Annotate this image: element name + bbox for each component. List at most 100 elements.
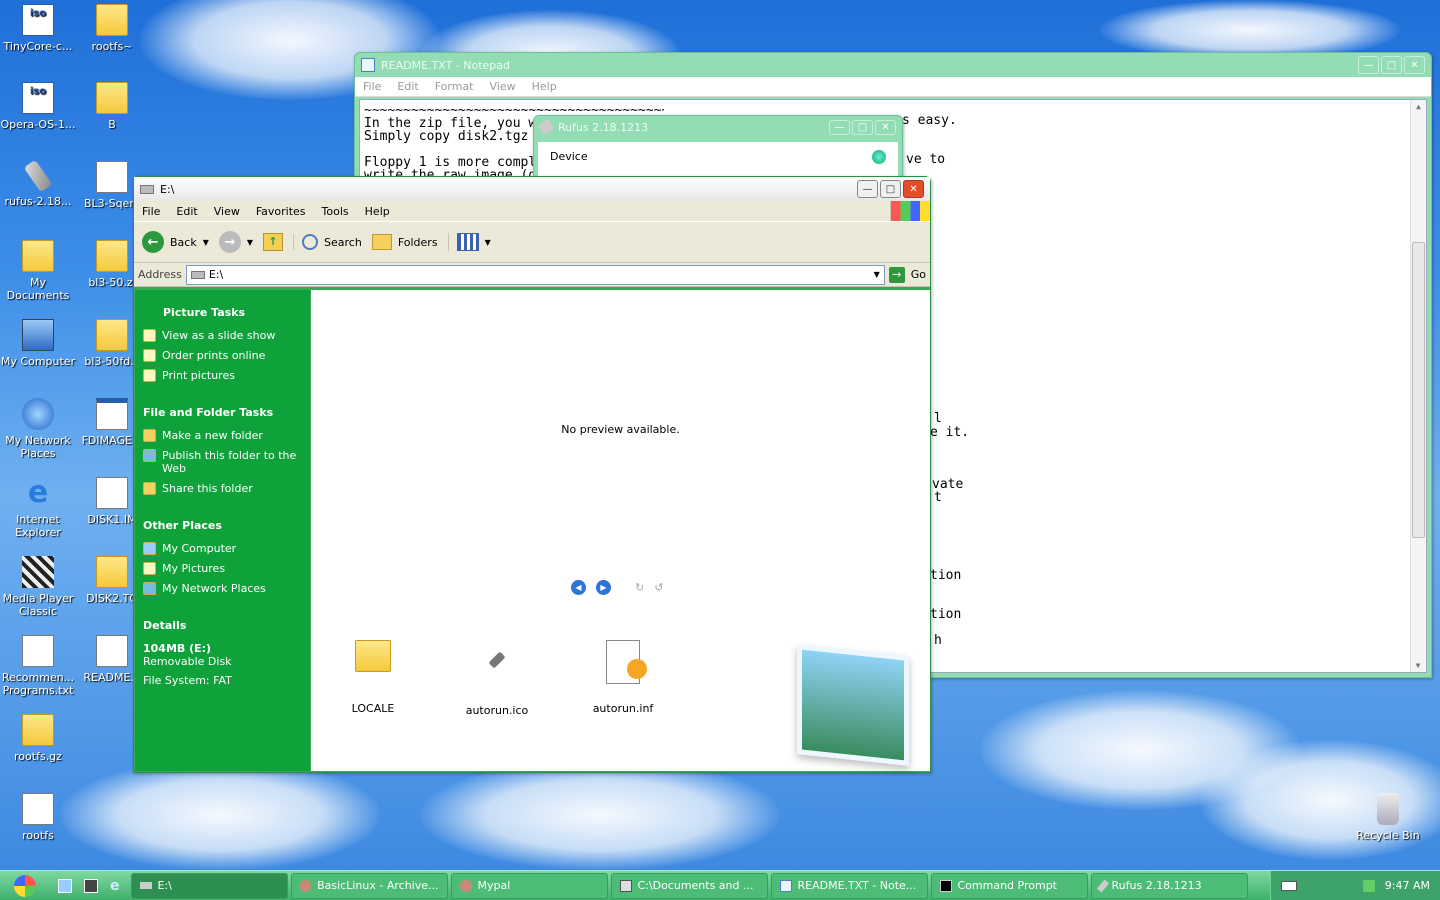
chevron-down-icon[interactable]: ▼ xyxy=(247,238,253,247)
address-input[interactable]: E:\ ▼ xyxy=(185,264,885,285)
desktop-icon-opera-os[interactable]: iso Opera-OS-1... xyxy=(0,82,76,131)
menu-favorites[interactable]: Favorites xyxy=(248,205,314,218)
task-publish-web[interactable]: Publish this folder to the Web xyxy=(143,449,302,475)
globe-icon[interactable] xyxy=(872,150,886,164)
desktop-icon-recommended-programs[interactable]: Recommen... Programs.txt xyxy=(0,635,76,697)
menu-edit[interactable]: Edit xyxy=(389,80,426,93)
address-label: Address xyxy=(138,268,182,281)
task-share-folder[interactable]: Share this folder xyxy=(143,482,302,495)
menu-edit[interactable]: Edit xyxy=(168,205,205,218)
text-fragment: h xyxy=(934,633,942,648)
show-desktop-icon[interactable] xyxy=(58,878,72,893)
desktop-icon-recycle-bin[interactable]: Recycle Bin xyxy=(1350,793,1426,842)
browser-icon xyxy=(459,879,472,892)
desktop-icon-b[interactable]: B xyxy=(74,82,150,131)
taskbar-item-rufus[interactable]: Rufus 2.18.1213 xyxy=(1090,872,1248,899)
maximize-button[interactable]: □ xyxy=(1381,56,1402,74)
task-make-new-folder[interactable]: Make a new folder xyxy=(143,429,302,442)
taskbar-item-command-prompt[interactable]: Command Prompt xyxy=(930,872,1088,899)
file-item-autorun-ico[interactable]: autorun.ico xyxy=(447,640,547,717)
network-status-icon[interactable] xyxy=(1362,879,1375,892)
desktop-icon-tinycore[interactable]: iso TinyCore-c... xyxy=(0,4,76,53)
desktop-icon-my-documents[interactable]: My Documents xyxy=(0,240,76,302)
vertical-scrollbar[interactable]: ▲ ▼ xyxy=(1410,100,1426,672)
rufus-titlebar[interactable]: Rufus 2.18.1213 — □ ✕ xyxy=(534,116,902,138)
rotate-counterclockwise-button[interactable]: ↺ xyxy=(654,581,663,594)
menu-help[interactable]: Help xyxy=(524,80,565,93)
chevron-down-icon[interactable]: ▼ xyxy=(203,238,209,247)
window-icon xyxy=(96,398,128,430)
menu-view[interactable]: View xyxy=(206,205,248,218)
clock[interactable]: 9:47 AM xyxy=(1385,879,1430,892)
previous-image-button[interactable]: ◀ xyxy=(571,580,586,595)
slideshow-icon xyxy=(143,329,156,342)
close-button[interactable]: ✕ xyxy=(1404,56,1425,74)
forward-button[interactable]: → ▼ xyxy=(218,231,253,253)
menu-file[interactable]: File xyxy=(134,205,168,218)
go-button[interactable]: → Go xyxy=(888,266,926,283)
rotate-clockwise-button[interactable]: ↻ xyxy=(635,581,644,594)
file-item-autorun-inf[interactable]: autorun.inf xyxy=(573,640,673,715)
desktop-icon-rufus[interactable]: rufus-2.18... xyxy=(0,159,76,208)
taskbar-item-notepad[interactable]: README.TXT - Note... xyxy=(770,872,928,899)
explorer-titlebar[interactable]: E:\ — □ ✕ xyxy=(134,177,930,201)
explorer-title: E:\ xyxy=(160,182,175,196)
views-button[interactable]: ▼ xyxy=(447,233,491,251)
menu-view[interactable]: View xyxy=(482,80,524,93)
keyboard-icon[interactable] xyxy=(1281,880,1297,891)
desktop-icon-internet-explorer[interactable]: e Internet Explorer xyxy=(0,477,76,540)
minimize-button[interactable]: — xyxy=(829,119,850,135)
place-my-network-places[interactable]: My Network Places xyxy=(143,582,302,595)
place-my-pictures[interactable]: My Pictures xyxy=(143,562,302,575)
task-view-slideshow[interactable]: View as a slide show xyxy=(143,329,302,342)
task-print-pictures[interactable]: Print pictures xyxy=(143,369,302,382)
folders-button[interactable]: Folders xyxy=(371,234,438,250)
menu-file[interactable]: File xyxy=(355,80,389,93)
scroll-down-arrow-icon[interactable]: ▼ xyxy=(1411,659,1425,672)
cloud xyxy=(420,760,780,870)
desktop-icon-my-network-places[interactable]: My Network Places xyxy=(0,398,76,460)
task-order-prints[interactable]: Order prints online xyxy=(143,349,302,362)
next-image-button[interactable]: ▶ xyxy=(596,580,611,595)
network-icon xyxy=(22,398,54,430)
menu-format[interactable]: Format xyxy=(427,80,482,93)
notepad-menubar: File Edit Format View Help xyxy=(355,77,1431,97)
close-button[interactable]: ✕ xyxy=(875,119,896,135)
document-icon xyxy=(96,161,128,193)
desktop-icon-rootfs[interactable]: rootfs xyxy=(0,793,76,842)
maximize-button[interactable]: □ xyxy=(880,180,901,198)
explorer-window[interactable]: E:\ — □ ✕ File Edit View Favorites Tools… xyxy=(133,176,931,773)
rufus-window[interactable]: Rufus 2.18.1213 — □ ✕ Device xyxy=(533,115,903,177)
close-button[interactable]: ✕ xyxy=(903,180,924,198)
scrollbar-thumb[interactable] xyxy=(1412,242,1425,538)
internet-explorer-icon[interactable]: e xyxy=(110,878,120,894)
my-documents-icon xyxy=(22,240,54,272)
menu-tools[interactable]: Tools xyxy=(314,205,357,218)
desktop-icon-my-computer[interactable]: My Computer xyxy=(0,319,76,368)
back-button[interactable]: ← Back ▼ xyxy=(142,231,209,253)
taskbar-item-basiclinux[interactable]: BasicLinux - Archive... xyxy=(290,872,448,899)
taskbar-item-explorer[interactable]: E:\ xyxy=(130,872,288,899)
notepad-titlebar[interactable]: README.TXT - Notepad — □ ✕ xyxy=(355,53,1431,77)
search-button[interactable]: Search xyxy=(293,234,362,250)
minimize-button[interactable]: — xyxy=(1358,56,1379,74)
desktop-icon-media-player-classic[interactable]: Media Player Classic xyxy=(0,556,76,618)
text-file-icon xyxy=(22,635,54,667)
start-button[interactable] xyxy=(0,871,50,900)
chevron-down-icon[interactable]: ▼ xyxy=(874,270,880,279)
file-view-area[interactable]: No preview available. ◀ ▶ ↻ ↺ LOCALE aut… xyxy=(311,290,930,771)
media-player-icon[interactable] xyxy=(84,878,98,893)
menu-help[interactable]: Help xyxy=(357,205,398,218)
place-my-computer[interactable]: My Computer xyxy=(143,542,302,555)
text-fragment: tion xyxy=(930,607,962,622)
taskbar-item-mypal[interactable]: Mypal xyxy=(450,872,608,899)
scroll-up-arrow-icon[interactable]: ▲ xyxy=(1411,100,1426,114)
maximize-button[interactable]: □ xyxy=(852,119,873,135)
up-folder-button[interactable]: ↑ xyxy=(263,233,284,251)
desktop-icon-rootfs-backup[interactable]: rootfs~ xyxy=(74,4,150,53)
minimize-button[interactable]: — xyxy=(857,180,878,198)
taskbar-item-documents[interactable]: C:\Documents and ... xyxy=(610,872,768,899)
views-grid-icon xyxy=(456,233,479,251)
desktop-icon-rootfs-gz[interactable]: rootfs.gz xyxy=(0,714,76,763)
file-item-locale[interactable]: LOCALE xyxy=(323,640,423,715)
